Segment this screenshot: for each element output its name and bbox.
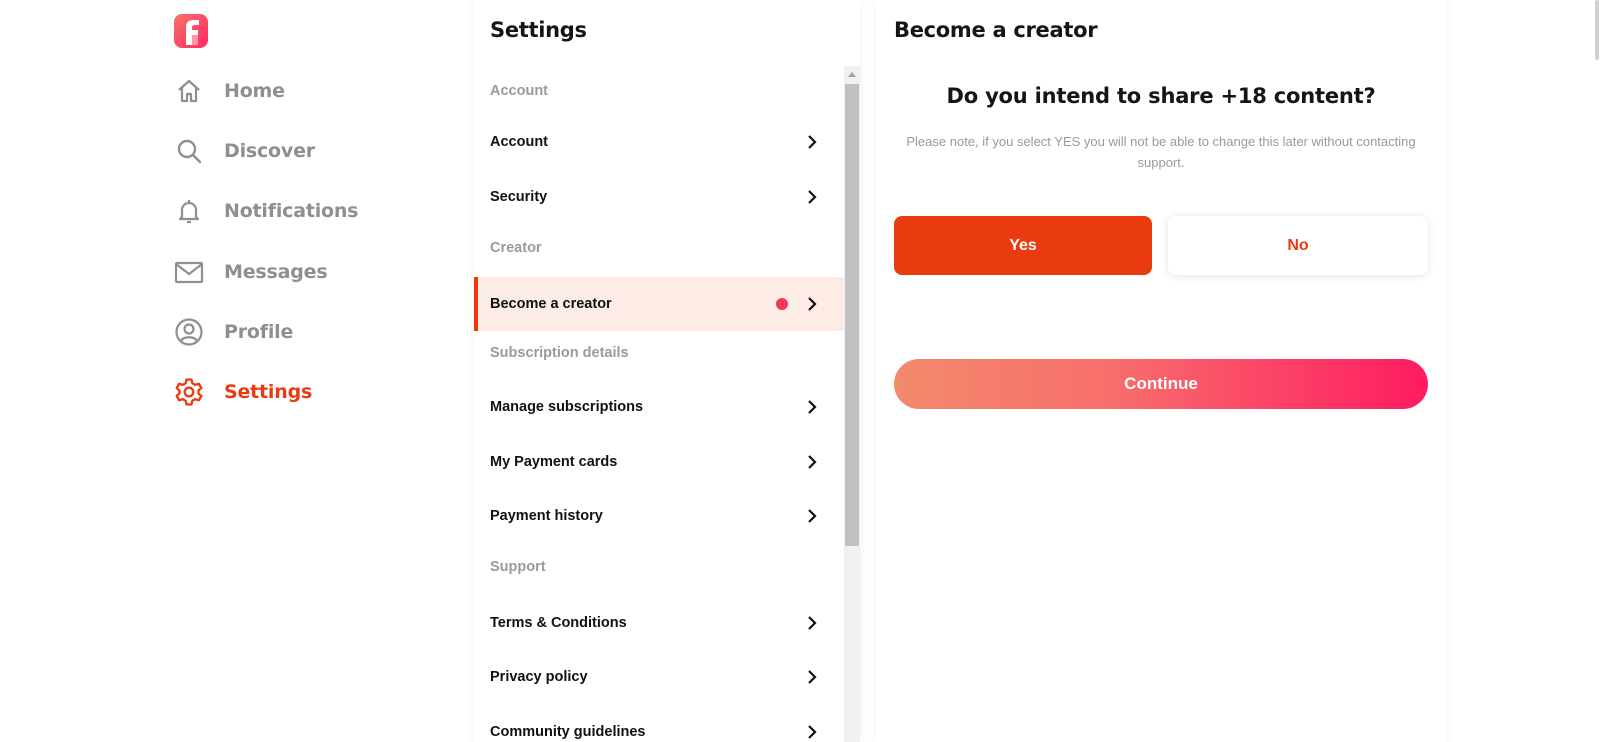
scroll-up-arrow-icon[interactable] (844, 66, 860, 82)
settings-scrollbar[interactable] (844, 66, 860, 742)
scrollbar-thumb[interactable] (845, 84, 859, 546)
chevron-right-icon (802, 452, 822, 472)
settings-item-label: Account (490, 134, 548, 150)
nav-label: Settings (224, 381, 313, 403)
panel-title: Become a creator (894, 18, 1098, 42)
section-header-support: Support (490, 559, 546, 575)
chevron-right-icon (802, 722, 822, 742)
yes-button[interactable]: Yes (894, 216, 1152, 275)
settings-item-payment-cards[interactable]: My Payment cards (474, 435, 844, 489)
search-icon (174, 136, 204, 166)
page-scrollbar[interactable] (1594, 0, 1600, 742)
settings-item-label: My Payment cards (490, 454, 618, 470)
settings-item-label: Terms & Conditions (490, 615, 627, 631)
settings-item-label: Become a creator (490, 296, 612, 312)
settings-panel: Settings Account Account Security Creato… (474, 0, 860, 742)
chevron-right-icon (802, 613, 822, 633)
user-circle-icon (174, 317, 204, 347)
section-header-creator: Creator (490, 240, 542, 256)
page-scrollbar-thumb[interactable] (1595, 0, 1599, 60)
nav-label: Home (224, 80, 285, 102)
settings-item-security[interactable]: Security (474, 170, 844, 224)
chevron-right-icon (802, 187, 822, 207)
settings-item-privacy-policy[interactable]: Privacy policy (474, 650, 844, 704)
home-icon (174, 76, 204, 106)
nav-item-discover[interactable]: Discover (174, 131, 434, 171)
nav-item-settings[interactable]: Settings (174, 372, 434, 412)
chevron-right-icon (802, 294, 822, 314)
settings-item-manage-subscriptions[interactable]: Manage subscriptions (474, 380, 844, 434)
bell-icon (174, 196, 204, 226)
settings-item-become-a-creator[interactable]: Become a creator (474, 277, 844, 331)
settings-item-terms[interactable]: Terms & Conditions (474, 596, 844, 650)
settings-title: Settings (490, 18, 587, 42)
nav-item-profile[interactable]: Profile (174, 312, 434, 352)
settings-item-label: Payment history (490, 508, 603, 524)
nav-label: Profile (224, 321, 294, 343)
nav-item-notifications[interactable]: Notifications (174, 191, 434, 231)
settings-item-community-guidelines[interactable]: Community guidelines (474, 705, 844, 742)
nav-label: Discover (224, 140, 315, 162)
continue-button[interactable]: Continue (894, 359, 1428, 409)
no-button[interactable]: No (1168, 216, 1428, 275)
settings-item-account[interactable]: Account (474, 115, 844, 169)
section-header-subscription: Subscription details (490, 345, 629, 361)
chevron-right-icon (802, 667, 822, 687)
nav-label: Messages (224, 261, 328, 283)
become-creator-panel: Become a creator Do you intend to share … (876, 0, 1446, 742)
logo-letter-icon (186, 20, 199, 45)
chevron-right-icon (802, 132, 822, 152)
settings-item-label: Security (490, 189, 548, 205)
mail-icon (174, 257, 204, 287)
app-logo[interactable] (174, 14, 208, 48)
section-header-account: Account (490, 83, 548, 99)
settings-item-label: Community guidelines (490, 724, 646, 740)
gear-icon (174, 377, 204, 407)
settings-item-label: Manage subscriptions (490, 399, 644, 415)
nav-item-messages[interactable]: Messages (174, 252, 434, 292)
settings-list[interactable]: Account Account Security Creator Become … (474, 66, 844, 742)
chevron-right-icon (802, 506, 822, 526)
nav-label: Notifications (224, 200, 359, 222)
content-question: Do you intend to share +18 content? (946, 84, 1376, 108)
notification-dot (776, 298, 788, 310)
nav-item-home[interactable]: Home (174, 71, 434, 111)
main-navigation: Home Discover Notifications Messages Pro… (168, 0, 448, 742)
warning-note: Please note, if you select YES you will … (906, 134, 1416, 170)
settings-item-label: Privacy policy (490, 669, 588, 685)
settings-item-payment-history[interactable]: Payment history (474, 489, 844, 543)
chevron-right-icon (802, 397, 822, 417)
